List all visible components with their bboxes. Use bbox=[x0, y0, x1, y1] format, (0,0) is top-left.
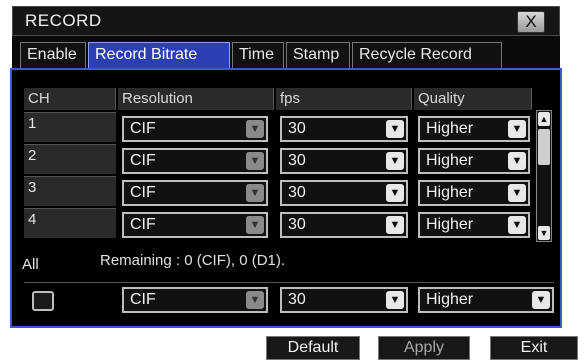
resolution-value: CIF bbox=[130, 291, 156, 308]
resolution-value: CIF bbox=[130, 216, 156, 233]
fps-select[interactable]: 30 ▼ bbox=[280, 116, 408, 142]
all-resolution-select[interactable]: CIF ▼ bbox=[122, 287, 268, 313]
table-row: 4 CIF ▼ 30 ▼ Higher ▼ bbox=[24, 208, 532, 240]
fps-select[interactable]: 30 ▼ bbox=[280, 180, 408, 206]
record-dialog: RECORD X Enable Record Bitrate Time Stam… bbox=[0, 0, 584, 360]
settings-panel: CH Resolution fps Quality 1 CIF ▼ 30 ▼ H… bbox=[10, 68, 562, 328]
channel-number: 1 bbox=[24, 112, 116, 142]
chevron-down-icon: ▼ bbox=[246, 120, 264, 138]
apply-button[interactable]: Apply bbox=[378, 336, 470, 360]
fps-value: 30 bbox=[288, 216, 306, 233]
header-quality: Quality bbox=[414, 88, 532, 110]
resolution-select[interactable]: CIF ▼ bbox=[122, 116, 268, 142]
chevron-down-icon: ▼ bbox=[508, 152, 526, 170]
scroll-down-icon[interactable]: ▼ bbox=[538, 226, 550, 240]
chevron-down-icon: ▼ bbox=[386, 120, 404, 138]
fps-value: 30 bbox=[288, 291, 306, 308]
tab-enable[interactable]: Enable bbox=[20, 42, 86, 68]
quality-select[interactable]: Higher ▼ bbox=[418, 148, 530, 174]
chevron-down-icon: ▼ bbox=[508, 120, 526, 138]
default-button[interactable]: Default bbox=[266, 336, 360, 360]
chevron-down-icon: ▼ bbox=[246, 216, 264, 234]
scroll-up-icon[interactable]: ▲ bbox=[538, 112, 550, 126]
close-icon: X bbox=[525, 12, 537, 31]
chevron-down-icon: ▼ bbox=[508, 184, 526, 202]
tab-stamp[interactable]: Stamp bbox=[286, 42, 350, 68]
resolution-value: CIF bbox=[130, 152, 156, 169]
chevron-down-icon: ▼ bbox=[508, 216, 526, 234]
resolution-value: CIF bbox=[130, 120, 156, 137]
quality-value: Higher bbox=[426, 120, 474, 137]
channel-number: 2 bbox=[24, 144, 116, 174]
fps-value: 30 bbox=[288, 184, 306, 201]
chevron-down-icon: ▼ bbox=[386, 216, 404, 234]
header-fps: fps bbox=[276, 88, 412, 110]
all-fps-select[interactable]: 30 ▼ bbox=[280, 287, 408, 313]
quality-value: Higher bbox=[426, 291, 474, 308]
chevron-down-icon: ▼ bbox=[386, 184, 404, 202]
table-row: 1 CIF ▼ 30 ▼ Higher ▼ bbox=[24, 112, 532, 144]
all-checkbox[interactable] bbox=[32, 291, 54, 311]
channel-number: 3 bbox=[24, 176, 116, 206]
chevron-down-icon: ▼ bbox=[246, 184, 264, 202]
header-ch: CH bbox=[24, 88, 116, 110]
channel-table: CH Resolution fps Quality 1 CIF ▼ 30 ▼ H… bbox=[24, 88, 532, 238]
resolution-select[interactable]: CIF ▼ bbox=[122, 180, 268, 206]
channel-number: 4 bbox=[24, 208, 116, 238]
remaining-text: Remaining : 0 (CIF), 0 (D1). bbox=[100, 252, 286, 269]
all-label: All bbox=[22, 256, 39, 273]
tab-recycle-record[interactable]: Recycle Record bbox=[352, 42, 502, 68]
all-channels-row: CIF ▼ 30 ▼ Higher ▼ bbox=[24, 282, 554, 316]
quality-select[interactable]: Higher ▼ bbox=[418, 180, 530, 206]
tab-time[interactable]: Time bbox=[232, 42, 284, 68]
resolution-select[interactable]: CIF ▼ bbox=[122, 212, 268, 238]
all-quality-select[interactable]: Higher ▼ bbox=[418, 287, 554, 313]
chevron-down-icon: ▼ bbox=[246, 152, 264, 170]
exit-button[interactable]: Exit bbox=[490, 336, 578, 360]
table-scrollbar[interactable]: ▲ ▼ bbox=[536, 110, 552, 242]
title-bar: RECORD X bbox=[12, 6, 560, 36]
quality-select[interactable]: Higher ▼ bbox=[418, 212, 530, 238]
fps-value: 30 bbox=[288, 152, 306, 169]
window-title: RECORD bbox=[25, 11, 102, 30]
chevron-down-icon: ▼ bbox=[532, 291, 550, 309]
table-row: 3 CIF ▼ 30 ▼ Higher ▼ bbox=[24, 176, 532, 208]
close-button[interactable]: X bbox=[517, 11, 545, 33]
resolution-value: CIF bbox=[130, 184, 156, 201]
quality-select[interactable]: Higher ▼ bbox=[418, 116, 530, 142]
scroll-thumb[interactable] bbox=[538, 129, 550, 165]
quality-value: Higher bbox=[426, 216, 474, 233]
header-resolution: Resolution bbox=[118, 88, 274, 110]
tab-record-bitrate[interactable]: Record Bitrate bbox=[88, 42, 230, 68]
fps-select[interactable]: 30 ▼ bbox=[280, 148, 408, 174]
quality-value: Higher bbox=[426, 152, 474, 169]
tab-bar: Enable Record Bitrate Time Stamp Recycle… bbox=[12, 36, 560, 68]
chevron-down-icon: ▼ bbox=[386, 291, 404, 309]
chevron-down-icon: ▼ bbox=[386, 152, 404, 170]
chevron-down-icon: ▼ bbox=[246, 291, 264, 309]
fps-select[interactable]: 30 ▼ bbox=[280, 212, 408, 238]
quality-value: Higher bbox=[426, 184, 474, 201]
resolution-select[interactable]: CIF ▼ bbox=[122, 148, 268, 174]
table-row: 2 CIF ▼ 30 ▼ Higher ▼ bbox=[24, 144, 532, 176]
fps-value: 30 bbox=[288, 120, 306, 137]
